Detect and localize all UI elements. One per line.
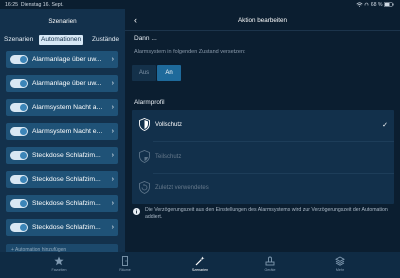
automation-toggle[interactable]	[10, 151, 28, 160]
battery-percent: 68 %	[370, 2, 383, 8]
automation-item[interactable]: Steckdose Schlafzim... ›	[6, 147, 118, 164]
status-right: 68 %	[356, 2, 394, 8]
automation-label: Steckdose Schlafzim...	[32, 152, 101, 159]
device-icon	[265, 256, 275, 266]
automation-item[interactable]: Alarmanlage über uw... ›	[6, 75, 118, 92]
automation-toggle[interactable]	[10, 223, 28, 232]
door-icon	[122, 256, 128, 266]
sidebar-title: Szenarien	[48, 18, 77, 25]
tab-label: Mehr	[335, 268, 345, 272]
checkmark-icon: ✓	[382, 122, 388, 129]
automation-label: Steckdose Schlafzim...	[32, 200, 101, 207]
tab-label: Räume	[119, 268, 131, 272]
automation-item[interactable]: Alarmsystem Nacht e... ›	[6, 123, 118, 140]
tab-favoriten[interactable]: Favoriten	[39, 256, 79, 274]
page-title: Aktion bearbeiten	[237, 17, 287, 24]
alarm-profile-heading: Alarmprofil	[134, 99, 165, 106]
toggle-knob	[20, 224, 27, 231]
toggle-on-button[interactable]: An	[157, 65, 181, 81]
profile-label: Vollschutz	[155, 122, 183, 128]
info-icon	[133, 208, 140, 215]
wifi-icon	[356, 2, 363, 7]
chevron-right-icon: ›	[111, 80, 114, 87]
shield-history-icon	[139, 181, 150, 194]
chevron-right-icon: ›	[111, 200, 114, 207]
tab-szenarien[interactable]: Szenarien	[180, 256, 220, 274]
profile-option-teilschutz[interactable]: Teilschutz	[132, 142, 394, 173]
automation-toggle[interactable]	[10, 103, 28, 112]
automation-toggle[interactable]	[10, 79, 28, 88]
automation-toggle[interactable]	[10, 55, 28, 64]
toggle-knob	[20, 200, 27, 207]
layers-icon	[335, 256, 345, 266]
automation-label: Steckdose Schlafzim...	[32, 224, 101, 231]
tab-zustaende[interactable]: Zustände	[92, 35, 119, 45]
alarm-profile-list: Vollschutz ✓ Teilschutz Zuletzt verwende…	[132, 110, 394, 204]
automation-item[interactable]: Steckdose Schlafzim... ›	[6, 171, 118, 188]
chevron-right-icon: ›	[111, 152, 114, 159]
tab-geraete[interactable]: Geräte	[250, 256, 290, 274]
toggle-knob	[20, 80, 27, 87]
toggle-knob	[20, 104, 27, 111]
tab-szenarien[interactable]: Szenarien	[4, 35, 33, 45]
headphones-icon	[364, 2, 369, 6]
chevron-right-icon: ›	[111, 176, 114, 183]
tab-label: Szenarien	[191, 268, 209, 272]
automation-label: Alarmanlage über uw...	[32, 56, 102, 63]
shield-partial-icon	[139, 150, 150, 163]
chevron-right-icon: ›	[111, 224, 114, 231]
profile-option-vollschutz[interactable]: Vollschutz ✓	[132, 110, 394, 141]
tab-automationen[interactable]: Automationen	[39, 35, 84, 45]
profile-label: Zuletzt verwendetes	[155, 185, 209, 191]
automation-item[interactable]: Alarmsystem Nacht a... ›	[6, 99, 118, 116]
automation-item[interactable]: Steckdose Schlafzim... ›	[6, 195, 118, 212]
automation-toggle[interactable]	[10, 175, 28, 184]
info-text: Die Verzögerungszeit aus den Einstellung…	[145, 207, 388, 220]
header-divider	[125, 30, 400, 31]
profile-label: Teilschutz	[155, 154, 182, 160]
tab-raeume[interactable]: Räume	[105, 256, 145, 274]
battery-icon	[384, 2, 394, 8]
chevron-right-icon: ›	[111, 104, 114, 111]
automation-toggle[interactable]	[10, 127, 28, 136]
info-note: Die Verzögerungszeit aus den Einstellung…	[132, 207, 394, 227]
automation-label: Alarmanlage über uw...	[32, 80, 102, 87]
toggle-knob	[20, 152, 27, 159]
section-dann: Dann ...	[134, 35, 157, 42]
star-icon	[54, 256, 64, 266]
toggle-knob	[20, 128, 27, 135]
toggle-knob	[20, 176, 27, 183]
chevron-right-icon: ›	[111, 128, 114, 135]
status-date: Dienstag 16. Sept.	[20, 2, 64, 8]
chevron-right-icon: ›	[111, 56, 114, 63]
automation-label: Alarmsystem Nacht e...	[32, 128, 103, 135]
status-time-date: 16:25 Dienstag 16. Sept.	[5, 2, 64, 8]
tab-mehr[interactable]: Mehr	[320, 256, 360, 274]
shield-full-icon	[139, 118, 150, 131]
toggle-knob	[20, 56, 27, 63]
main-panel: ‹ Aktion bearbeiten Dann ... Alarmsystem…	[125, 9, 400, 252]
alarm-state-description: Alarmsystem in folgenden Zustand versetz…	[134, 49, 246, 55]
status-time: 16:25	[5, 2, 18, 8]
automation-item[interactable]: Alarmanlage über uw... ›	[6, 51, 118, 68]
automation-label: Steckdose Schlafzim...	[32, 176, 101, 183]
toggle-off-button[interactable]: Aus	[132, 65, 156, 81]
profile-option-zuletzt[interactable]: Zuletzt verwendetes	[132, 173, 394, 204]
tab-label: Geräte	[264, 268, 276, 272]
bottom-tab-bar: Favoriten Räume Szenarien Geräte Mehr	[0, 252, 400, 278]
tab-label: Favoriten	[51, 268, 67, 272]
status-bar: 16:25 Dienstag 16. Sept. 68 %	[0, 0, 400, 9]
automation-label: Alarmsystem Nacht a...	[32, 104, 103, 111]
segment-tabs: Szenarien Automationen Zustände	[4, 35, 125, 45]
automation-toggle[interactable]	[10, 199, 28, 208]
automation-item[interactable]: Steckdose Schlafzim... ›	[6, 219, 118, 236]
magic-wand-icon	[195, 256, 205, 266]
sidebar: Szenarien Szenarien Automationen Zuständ…	[0, 9, 125, 252]
